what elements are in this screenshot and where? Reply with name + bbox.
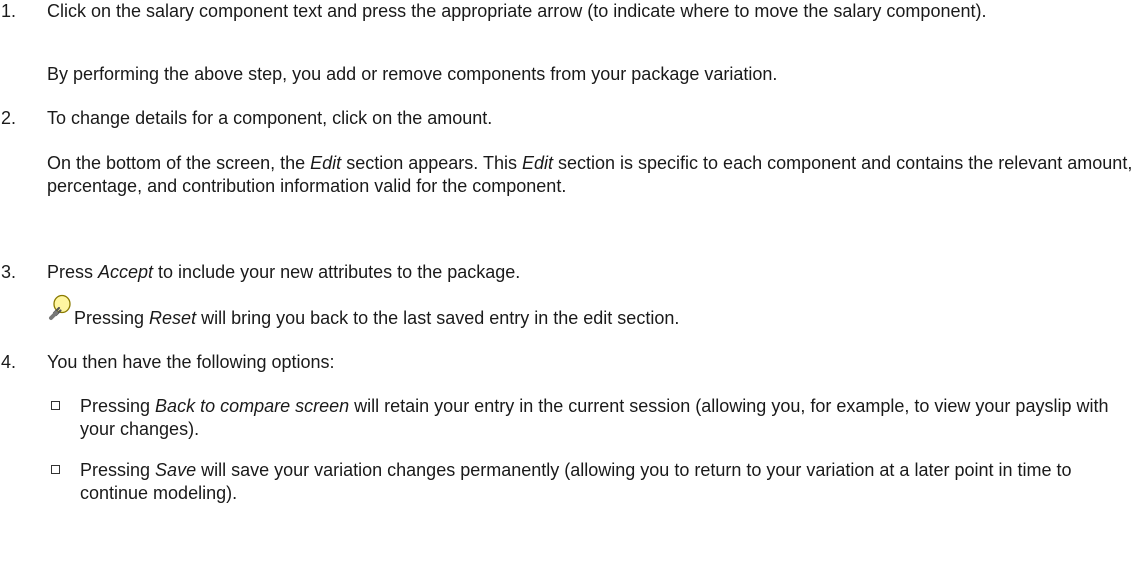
tip-note: Pressing Reset will bring you back to th… bbox=[0, 294, 1147, 330]
step-number: 3. bbox=[1, 262, 17, 282]
emphasis-accept: Accept bbox=[98, 262, 154, 282]
emphasis-back-to-compare: Back to compare screen bbox=[155, 396, 350, 416]
checkbox-bullet-icon bbox=[51, 465, 60, 474]
step-note: On the bottom of the screen, the Edit se… bbox=[47, 152, 1139, 198]
step-text-part: to include your new attributes to the pa… bbox=[153, 262, 521, 282]
step-text: To change details for a component, click… bbox=[47, 108, 493, 128]
option-text-part: Pressing bbox=[80, 396, 156, 416]
lightbulb-icon bbox=[49, 294, 71, 320]
emphasis-reset: Reset bbox=[149, 308, 197, 328]
option-text-part: will save your variation changes permane… bbox=[80, 460, 1072, 503]
emphasis-edit: Edit bbox=[310, 153, 342, 173]
step-number: 4. bbox=[1, 352, 17, 372]
note-text: section appears. This bbox=[341, 153, 522, 173]
tip-text: Pressing Reset will bring you back to th… bbox=[74, 307, 679, 330]
tip-text-part: Pressing bbox=[74, 308, 150, 328]
step-text: Click on the salary component text and p… bbox=[47, 1, 987, 21]
step-text: Press Accept to include your new attribu… bbox=[47, 261, 1139, 284]
checkbox-bullet-icon bbox=[51, 401, 60, 410]
tip-text-part: will bring you back to the last saved en… bbox=[196, 308, 680, 328]
emphasis-edit: Edit bbox=[521, 153, 553, 173]
step-note: By performing the above step, you add or… bbox=[47, 64, 778, 84]
emphasis-save: Save bbox=[155, 460, 197, 480]
option-text-part: Pressing bbox=[80, 460, 156, 480]
step-text: You then have the following options: bbox=[47, 352, 335, 372]
note-text: On the bottom of the screen, the bbox=[47, 153, 311, 173]
option-text: Pressing Save will save your variation c… bbox=[80, 459, 1139, 505]
step-number: 2. bbox=[1, 108, 17, 128]
step-number: 1. bbox=[1, 1, 17, 21]
step-text-part: Press bbox=[47, 262, 99, 282]
document-page: 1. Click on the salary component text an… bbox=[0, 0, 1147, 583]
option-text: Pressing Back to compare screen will ret… bbox=[80, 395, 1139, 441]
